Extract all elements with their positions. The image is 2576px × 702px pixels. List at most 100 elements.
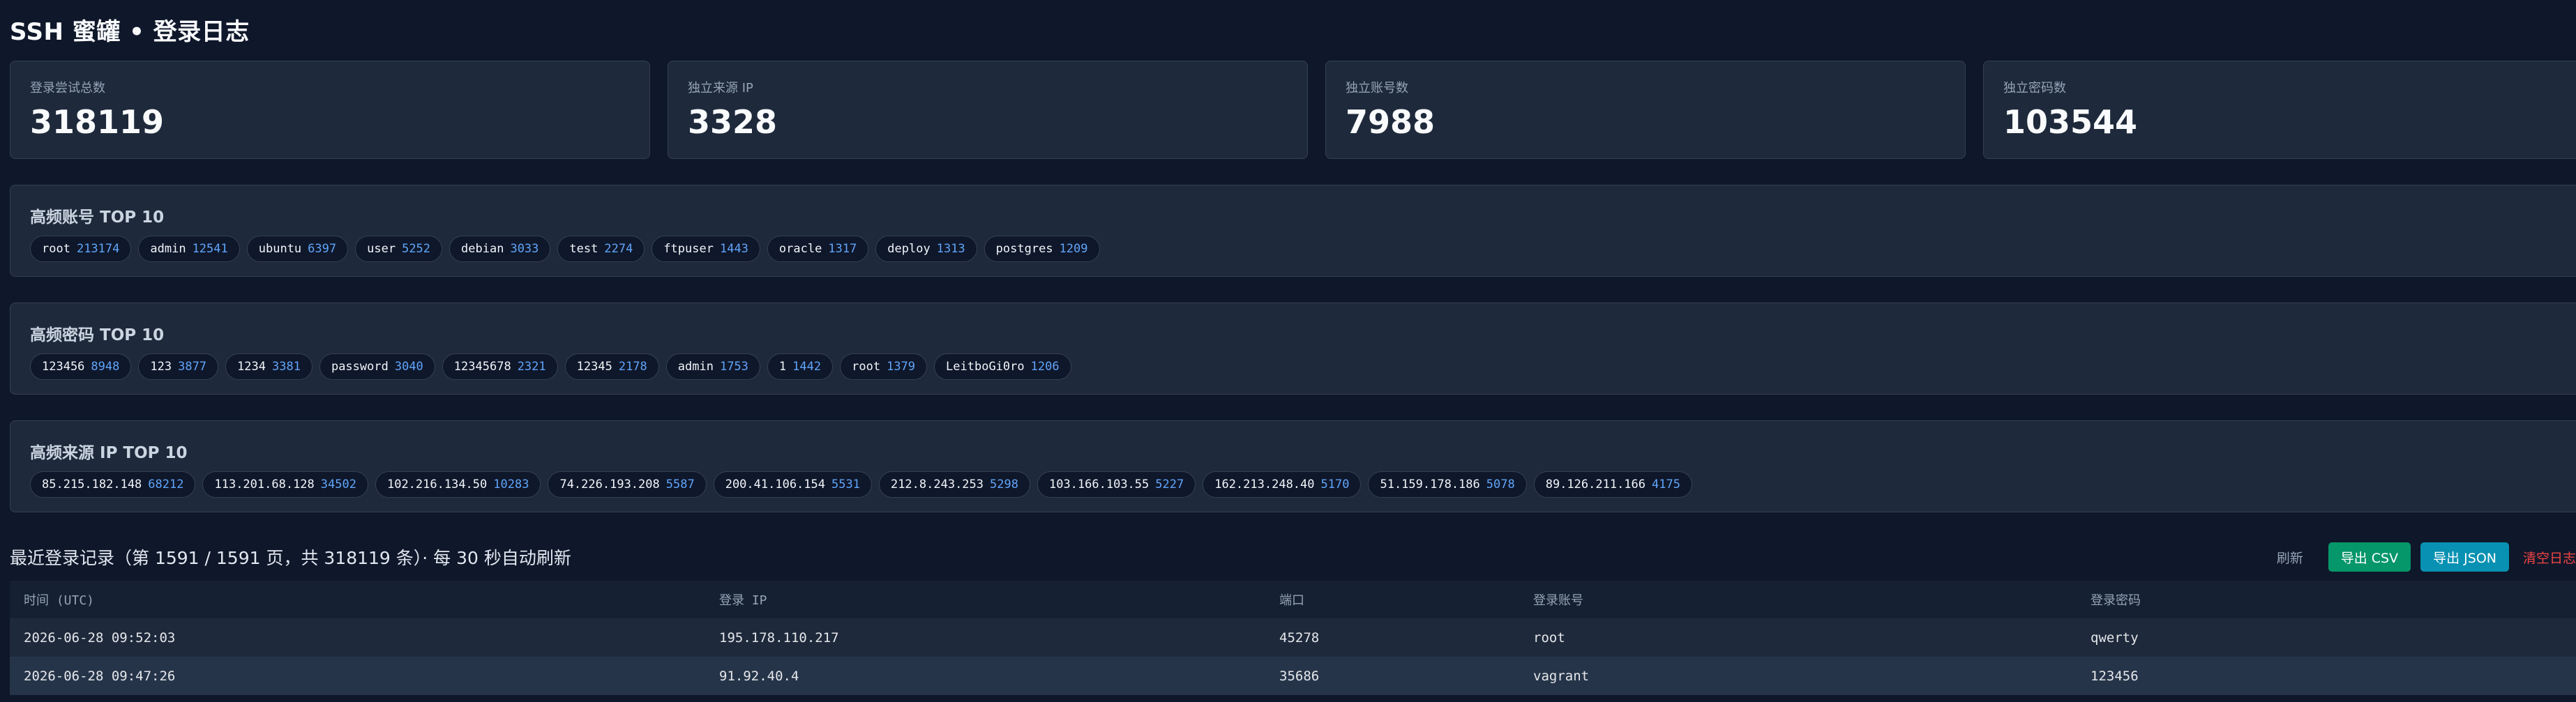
chip-label: LeitboGi0ro [946, 360, 1025, 374]
cell-password: qwerty [2091, 629, 2139, 646]
cell-time: 2026-06-28 09:47:26 [24, 668, 176, 684]
chip-label: 12345678 [453, 360, 511, 374]
chip-item: root 1379 [840, 353, 928, 380]
chip-item: 85.215.182.148 68212 [30, 471, 196, 498]
chip-label: 85.215.182.148 [42, 478, 142, 491]
chip-item: 200.41.106.154 5531 [713, 471, 872, 498]
chip-label: 102.216.134.50 [386, 478, 488, 491]
top-ips-chips: 85.215.182.148 68212 113.201.68.128 34502 10… [30, 471, 2570, 498]
stat-value: 103544 [2003, 103, 2138, 141]
chip-label: 113.201.68.128 [214, 478, 315, 491]
clear-log-button[interactable]: 清空日志 [2523, 548, 2576, 567]
stat-value: 318119 [30, 103, 165, 141]
chip-count: 3877 [178, 360, 207, 374]
top-passwords-panel: 高频密码 TOP 10 123456 8948 123 3877 1234 3381 pas… [10, 303, 2576, 395]
chip-count: 1206 [1030, 360, 1060, 374]
chip-label: 212.8.243.253 [890, 478, 984, 491]
chip-count: 12541 [192, 242, 228, 256]
records-header: 最近登录记录（第 1591 / 1591 页，共 318119 条）· 每 30… [10, 542, 2576, 572]
chip-count: 10283 [493, 478, 529, 491]
chip-count: 1443 [719, 242, 748, 256]
chip-label: 51.159.178.186 [1380, 478, 1480, 491]
top-accounts-chips: root 213174 admin 12541 ubuntu 6397 user 5252 de… [30, 236, 2570, 262]
chip-label: postgres [995, 242, 1053, 256]
chip-count: 1442 [792, 360, 822, 374]
page-title: SSH 蜜罐 • 登录日志 [10, 18, 250, 46]
chip-count: 5587 [665, 478, 695, 491]
cell-password: 123456 [2091, 668, 2139, 684]
chip-label: admin [150, 242, 186, 256]
chip-label: 1 [778, 360, 787, 374]
chip-item: password 3040 [319, 353, 435, 380]
chip-item: 74.226.193.208 5587 [548, 471, 707, 498]
chip-label: password [331, 360, 389, 374]
chip-label: 123456 [42, 360, 85, 374]
export-csv-button[interactable]: 导出 CSV [2328, 542, 2411, 572]
chip-count: 2178 [618, 360, 647, 374]
top-ips-panel: 高频来源 IP TOP 10 85.215.182.148 68212 113.20… [10, 420, 2576, 512]
chip-count: 1379 [887, 360, 916, 374]
chip-item: 123456 8948 [30, 353, 132, 380]
chip-count: 34502 [320, 478, 356, 491]
chip-item: ubuntu 6397 [246, 236, 349, 262]
chip-item: 113.201.68.128 34502 [202, 471, 368, 498]
chip-count: 5170 [1320, 478, 1350, 491]
top-accounts-panel: 高频账号 TOP 10 root 213174 admin 12541 ubuntu 63… [10, 185, 2576, 277]
chip-count: 1313 [936, 242, 965, 256]
chip-label: debian [461, 242, 504, 256]
chip-count: 5227 [1155, 478, 1184, 491]
stat-value: 3328 [688, 103, 778, 141]
chip-label: 123 [150, 360, 172, 374]
table-row: 2026-06-28 09:52:03 195.178.110.217 4527… [10, 618, 2576, 657]
chip-count: 3040 [394, 360, 423, 374]
stat-label: 独立密码数 [2003, 81, 2066, 96]
chip-count: 6397 [308, 242, 337, 256]
chip-label: user [367, 242, 396, 256]
column-header-account: 登录账号 [1533, 593, 1583, 608]
chip-count: 2321 [517, 360, 546, 374]
chip-count: 3033 [510, 242, 539, 256]
chip-count: 5298 [990, 478, 1018, 491]
stats-row: 登录尝试总数 318119 独立来源 IP 3328 独立账号数 7988 独立… [10, 61, 2576, 159]
stat-value: 7988 [1346, 103, 1436, 141]
chip-item: deploy 1313 [875, 236, 977, 262]
chip-item: 212.8.243.253 5298 [878, 471, 1030, 498]
column-header-ip: 登录 IP [719, 593, 767, 608]
cell-port: 35686 [1279, 668, 1320, 684]
chip-label: root [852, 360, 881, 374]
chip-item: LeitboGi0ro 1206 [934, 353, 1071, 380]
top-passwords-chips: 123456 8948 123 3877 1234 3381 password 3040 123… [30, 353, 2570, 380]
chip-label: oracle [778, 242, 822, 256]
chip-label: 1234 [237, 360, 266, 374]
stat-card-unique-passwords: 独立密码数 103544 [1983, 61, 2576, 159]
chip-item: admin 1753 [665, 353, 760, 380]
records-actions: 刷新 导出 CSV 导出 JSON 清空日志 [2277, 542, 2576, 572]
chip-item: 123 3877 [138, 353, 219, 380]
chip-item: 1 1442 [767, 353, 834, 380]
chip-label: 162.213.248.40 [1214, 478, 1315, 491]
chip-item: 1234 3381 [225, 353, 312, 380]
chip-count: 1209 [1059, 242, 1088, 256]
chip-item: root 213174 [30, 236, 132, 262]
chip-label: 89.126.211.166 [1545, 478, 1646, 491]
chip-count: 2274 [604, 242, 633, 256]
chip-item: test 2274 [557, 236, 645, 262]
chip-item: 103.166.103.55 5227 [1037, 471, 1196, 498]
chip-item: 102.216.134.50 10283 [375, 471, 541, 498]
panel-title: 高频来源 IP TOP 10 [30, 444, 188, 462]
cell-time: 2026-06-28 09:52:03 [24, 629, 176, 646]
stat-card-total-attempts: 登录尝试总数 318119 [10, 61, 650, 159]
chip-label: 200.41.106.154 [725, 478, 825, 491]
stat-label: 独立账号数 [1346, 81, 1408, 96]
chip-count: 1753 [719, 360, 748, 374]
chip-item: 162.213.248.40 5170 [1203, 471, 1362, 498]
refresh-button[interactable]: 刷新 [2277, 548, 2303, 567]
chip-item: 51.159.178.186 5078 [1368, 471, 1527, 498]
chip-label: ftpuser [663, 242, 714, 256]
export-json-button[interactable]: 导出 JSON [2420, 542, 2509, 572]
chip-count: 213174 [76, 242, 120, 256]
column-header-password: 登录密码 [2091, 593, 2141, 608]
chip-count: 5078 [1486, 478, 1515, 491]
cell-port: 45278 [1279, 629, 1320, 646]
chip-item: user 5252 [355, 236, 443, 262]
